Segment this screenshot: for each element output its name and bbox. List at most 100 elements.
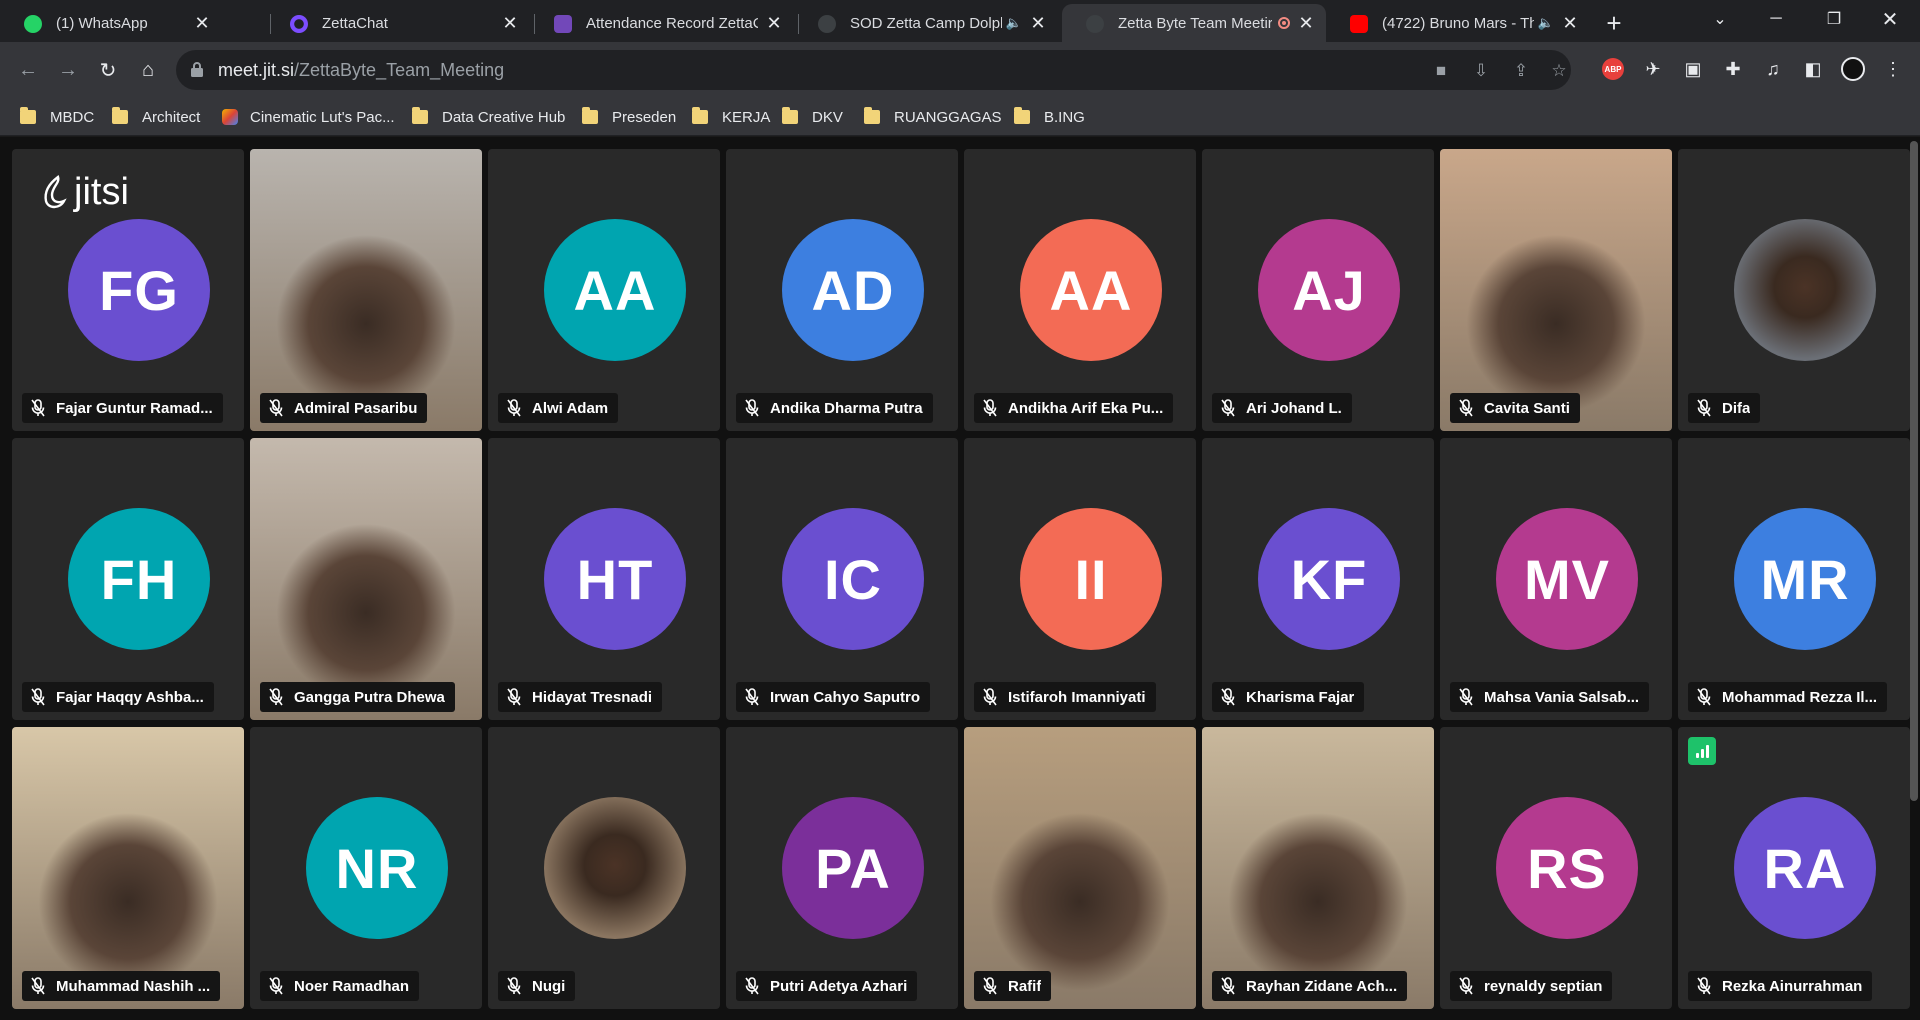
media-control-icon[interactable]: ♫: [1758, 54, 1788, 84]
tab-zetta-byte-team-meeting[interactable]: Zetta Byte Team Meetir ✕: [1062, 4, 1326, 42]
bookmark-folder-bing[interactable]: B.ING: [1014, 104, 1085, 130]
participant-tile[interactable]: KF Kharisma Fajar: [1202, 438, 1434, 720]
close-tab-icon[interactable]: ✕: [500, 13, 520, 33]
mic-muted-icon: [506, 399, 522, 417]
participant-tile[interactable]: NR Noer Ramadhan: [250, 727, 482, 1009]
participant-tile[interactable]: FH Fajar Haqqy Ashba...: [12, 438, 244, 720]
close-tab-icon[interactable]: ✕: [192, 13, 212, 33]
bookmark-folder-architect[interactable]: Architect: [112, 104, 200, 130]
mic-muted-icon: [1458, 399, 1474, 417]
minimize-button[interactable]: ─: [1748, 0, 1804, 38]
lock-icon[interactable]: [190, 61, 204, 78]
participant-tile[interactable]: II Istifaroh Imanniyati: [964, 438, 1196, 720]
tab-sod-zetta-camp[interactable]: SOD Zetta Camp Dolph 🔈 ✕: [794, 4, 1058, 42]
bookmark-folder-mbdc[interactable]: MBDC: [20, 104, 94, 130]
tab-youtube[interactable]: (4722) Bruno Mars - Th 🔈 ✕: [1326, 4, 1590, 42]
participant-tile[interactable]: RA Rezka Ainurrahman: [1678, 727, 1910, 1009]
back-button[interactable]: ←: [12, 54, 44, 86]
participant-avatar: AD: [782, 219, 924, 361]
url-text[interactable]: meet.jit.si/ZettaByte_Team_Meeting: [218, 60, 504, 81]
participant-name-badge: Istifaroh Imanniyati: [974, 682, 1156, 712]
participant-tile[interactable]: AD Andika Dharma Putra: [726, 149, 958, 431]
participant-video: [1440, 149, 1672, 431]
close-tab-icon[interactable]: ✕: [1560, 13, 1580, 33]
reload-button[interactable]: ↻: [92, 54, 124, 86]
bookmark-folder-preseden[interactable]: Preseden: [582, 104, 676, 130]
close-tab-icon[interactable]: ✕: [1028, 13, 1048, 33]
bookmark-folder-data-creative-hub[interactable]: Data Creative Hub: [412, 104, 565, 130]
bookmark-label: Cinematic Lut's Pac...: [250, 108, 395, 126]
participant-tile[interactable]: Cavita Santi: [1440, 149, 1672, 431]
participant-tile[interactable]: AA Alwi Adam: [488, 149, 720, 431]
participant-tile[interactable]: Difa: [1678, 149, 1910, 431]
participant-name: Gangga Putra Dhewa: [294, 688, 445, 706]
picture-in-picture-icon[interactable]: ▣: [1678, 54, 1708, 84]
participant-tile[interactable]: Nugi: [488, 727, 720, 1009]
new-tab-button[interactable]: +: [1598, 7, 1630, 39]
bookmark-folder-dkv[interactable]: DKV: [782, 104, 843, 130]
participant-avatar: MV: [1496, 508, 1638, 650]
jitsi-icon: [818, 15, 836, 33]
side-panel-icon[interactable]: ◧: [1798, 54, 1828, 84]
bookmark-folder-kerja[interactable]: KERJA: [692, 104, 770, 130]
participant-tile[interactable]: MV Mahsa Vania Salsab...: [1440, 438, 1672, 720]
participant-tile[interactable]: Admiral Pasaribu: [250, 149, 482, 431]
participant-tile[interactable]: HT Hidayat Tresnadi: [488, 438, 720, 720]
share-icon[interactable]: ⇪: [1510, 60, 1532, 82]
bookmark-folder-ruanggagas[interactable]: RUANGGAGAS: [864, 104, 1002, 130]
participant-tile[interactable]: Muhammad Nashih ...: [12, 727, 244, 1009]
connection-indicator-icon[interactable]: [1688, 737, 1716, 765]
tab-zettachat[interactable]: ZettaChat ✕: [266, 4, 530, 42]
participant-tile[interactable]: IC Irwan Cahyo Saputro: [726, 438, 958, 720]
scrollbar[interactable]: [1910, 141, 1918, 801]
participant-avatar: FG: [68, 219, 210, 361]
participant-name-badge: Rafif: [974, 971, 1052, 1001]
close-window-button[interactable]: ✕: [1862, 0, 1918, 38]
maximize-button[interactable]: ❐: [1806, 0, 1862, 38]
participant-name: Irwan Cahyo Saputro: [770, 688, 921, 706]
home-button[interactable]: ⌂: [132, 54, 164, 86]
close-tab-icon[interactable]: ✕: [764, 13, 784, 33]
install-app-icon[interactable]: ⇩: [1470, 60, 1492, 82]
site-favicon-icon: [222, 109, 238, 125]
participant-tile[interactable]: RS reynaldy septian: [1440, 727, 1672, 1009]
participant-name-badge: Ari Johand L.: [1212, 393, 1352, 423]
tab-search-icon[interactable]: ⌄: [1692, 0, 1748, 38]
mic-muted-icon: [1696, 688, 1712, 706]
camera-in-use-icon[interactable]: ■: [1430, 60, 1452, 82]
participant-tile[interactable]: Gangga Putra Dhewa: [250, 438, 482, 720]
tab-strip: (1) WhatsApp ✕ ZettaChat ✕ Attendance Re…: [0, 0, 1920, 42]
forward-button[interactable]: →: [52, 54, 84, 86]
speaker-icon[interactable]: 🔈: [1006, 15, 1022, 31]
tab-title: (4722) Bruno Mars - Th: [1382, 14, 1534, 32]
folder-icon: [112, 107, 128, 124]
participant-photo-avatar: [1734, 219, 1876, 361]
bookmark-label: Preseden: [612, 108, 677, 126]
mic-muted-icon: [268, 399, 284, 417]
participant-tile[interactable]: Rayhan Zidane Ach...: [1202, 727, 1434, 1009]
zettachat-icon: [290, 15, 308, 33]
tab-whatsapp[interactable]: (1) WhatsApp ✕: [0, 4, 222, 42]
participant-tile[interactable]: PA Putri Adetya Azhari: [726, 727, 958, 1009]
close-tab-icon[interactable]: ✕: [1296, 13, 1316, 33]
extension-icon[interactable]: ✈: [1638, 54, 1668, 84]
participant-name: Noer Ramadhan: [294, 977, 410, 995]
participant-tile[interactable]: AA Andikha Arif Eka Pu...: [964, 149, 1196, 431]
bookmark-cinematic-luts[interactable]: Cinematic Lut's Pac...: [222, 104, 395, 130]
bookmark-star-icon[interactable]: ☆: [1548, 60, 1570, 82]
participant-tile[interactable]: Rafif: [964, 727, 1196, 1009]
participant-name-badge: Muhammad Nashih ...: [22, 971, 221, 1001]
extensions-puzzle-icon[interactable]: ✚: [1718, 54, 1748, 84]
participant-tile[interactable]: AJ Ari Johand L.: [1202, 149, 1434, 431]
mic-muted-icon: [1220, 688, 1236, 706]
address-bar[interactable]: meet.jit.si/ZettaByte_Team_Meeting ■ ⇩ ⇪…: [176, 50, 1571, 90]
speaker-icon[interactable]: 🔈: [1538, 15, 1554, 31]
adblock-plus-extension[interactable]: ABP: [1598, 54, 1628, 84]
mic-muted-icon: [1458, 977, 1474, 995]
participant-tile[interactable]: MR Mohammad Rezza Il...: [1678, 438, 1910, 720]
tab-attendance-record[interactable]: Attendance Record ZettaCa ✕: [530, 4, 794, 42]
profile-avatar[interactable]: [1838, 54, 1868, 84]
menu-kebab-icon[interactable]: ⋮: [1878, 54, 1908, 84]
participant-name-badge: Gangga Putra Dhewa: [260, 682, 455, 712]
participant-name: Fajar Guntur Ramad...: [56, 399, 213, 417]
